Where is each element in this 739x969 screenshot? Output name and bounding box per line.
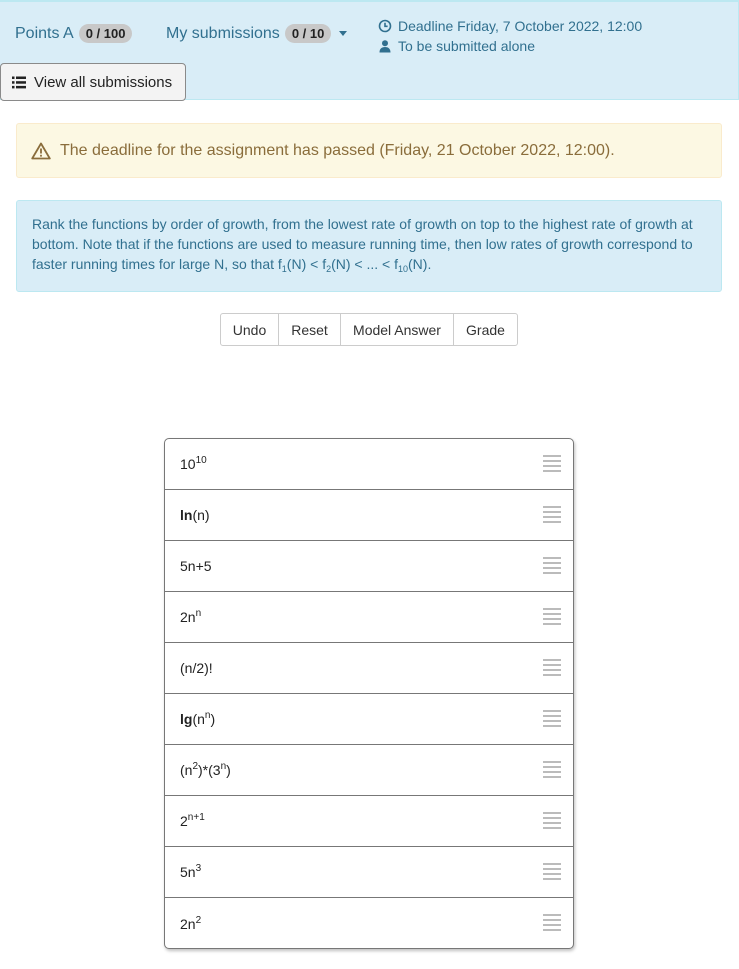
assignment-header: Points A 0 / 100 My submissions 0 / 10 D… [0,0,739,101]
reset-button[interactable]: Reset [278,313,341,346]
drag-handle-icon[interactable] [543,659,561,676]
drag-handle-icon[interactable] [543,761,561,778]
deadline-info: Deadline Friday, 7 October 2022, 12:00 T… [378,16,642,56]
function-label: 5n+5 [180,558,212,574]
drag-handle-icon[interactable] [543,863,561,880]
instructions-fragment: (N) < [286,256,323,272]
warning-triangle-icon [31,142,51,159]
submissions-label: My submissions [166,24,280,42]
points-label: Points A [15,24,74,42]
function-label: lg(nn) [180,710,216,728]
function-label: 2n2 [180,914,202,932]
list-item[interactable]: 2n+1 [165,796,573,847]
points-summary: Points A 0 / 100 [15,24,133,43]
view-all-submissions-button[interactable]: View all submissions [0,63,186,101]
function-label: (n2)*(3n) [180,761,231,779]
list-item[interactable]: 1010 [165,439,573,490]
function-label: 5n3 [180,863,202,881]
list-item[interactable]: (n2)*(3n) [165,745,573,796]
drag-handle-icon[interactable] [543,812,561,829]
function-label: 2n+1 [180,812,205,830]
list-item[interactable]: 5n+5 [165,541,573,592]
drag-handle-icon[interactable] [543,455,561,472]
grade-button[interactable]: Grade [453,313,518,346]
function-label: 2nn [180,608,202,626]
user-icon [379,40,391,53]
points-badge: 0 / 100 [78,24,133,43]
exercise-controls: Undo Reset Model Answer Grade [220,313,518,346]
subscript: 10 [398,264,409,274]
drag-handle-icon[interactable] [543,506,561,523]
submissions-badge: 0 / 10 [284,24,332,43]
list-item[interactable]: ln(n) [165,490,573,541]
sortable-function-list: 1010 ln(n) 5n+5 2nn (n/2)! lg(nn) (n2)*(… [164,438,574,949]
list-icon [12,76,26,88]
submit-mode-text: To be submitted alone [398,38,535,54]
function-label: 1010 [180,455,207,473]
list-item[interactable]: (n/2)! [165,643,573,694]
deadline-passed-alert: The deadline for the assignment has pass… [16,123,722,178]
deadline-text: Deadline Friday, 7 October 2022, 12:00 [398,18,643,34]
clock-icon [378,19,392,33]
drag-handle-icon[interactable] [543,557,561,574]
caret-down-icon [339,31,348,36]
drag-handle-icon[interactable] [543,608,561,625]
function-label: ln(n) [180,507,210,523]
drag-handle-icon[interactable] [543,710,561,727]
instructions-fragment: (N) < ... < [331,256,395,272]
my-submissions-dropdown[interactable]: My submissions 0 / 10 [166,24,348,43]
function-label: (n/2)! [180,660,213,676]
list-item[interactable]: 2nn [165,592,573,643]
list-item[interactable]: 2n2 [165,898,573,948]
instructions-panel: Rank the functions by order of growth, f… [16,200,722,292]
drag-handle-icon[interactable] [543,914,561,931]
list-item[interactable]: 5n3 [165,847,573,898]
list-item[interactable]: lg(nn) [165,694,573,745]
undo-button[interactable]: Undo [220,313,279,346]
view-all-label: View all submissions [34,73,173,91]
instructions-fragment: (N). [408,256,432,272]
warning-text: The deadline for the assignment has pass… [60,141,615,159]
model-answer-button[interactable]: Model Answer [340,313,454,346]
